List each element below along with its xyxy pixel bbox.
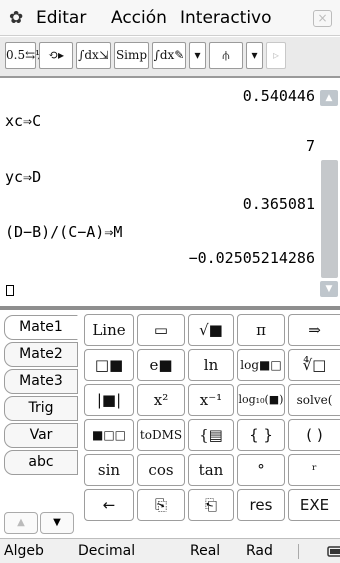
work-area[interactable]: 0.540446 xc⇒C 7 yc⇒D 0.365081 (D−B)/(C−A… — [0, 80, 318, 306]
tab-var[interactable]: Var — [4, 423, 78, 448]
tab-abc[interactable]: abc — [4, 450, 78, 475]
dropdown-arrow-1[interactable]: ▾ — [189, 42, 206, 69]
key-parentheses[interactable]: ( ) — [288, 419, 340, 451]
key-tan[interactable]: tan — [188, 454, 234, 486]
key-exe[interactable]: EXE — [288, 489, 340, 521]
key-inverse[interactable]: x⁻¹ — [188, 384, 234, 416]
key-abs[interactable]: |■| — [84, 384, 134, 416]
key-todms[interactable]: toDMS — [137, 419, 185, 451]
key-exp[interactable]: e■ — [137, 349, 185, 381]
key-log-base[interactable]: log■□ — [237, 349, 285, 381]
key-copy[interactable]: ⎘ — [137, 489, 185, 521]
key-template[interactable]: ▭ — [137, 314, 185, 346]
tab-trig[interactable]: Trig — [4, 396, 78, 421]
key-paste[interactable]: ⎗ — [188, 489, 234, 521]
key-braces[interactable]: { } — [237, 419, 285, 451]
scrollbar-thumb[interactable] — [321, 160, 338, 278]
menu-interactivo[interactable]: Interactivo — [180, 8, 272, 28]
result-line: 0.540446 — [242, 87, 315, 105]
scroll-down-arrow[interactable]: ▼ — [320, 281, 338, 297]
close-icon[interactable]: × — [313, 10, 332, 27]
toolbar: 0.5⇆½ ⟲▸ ∫dx⇲ Simp ∫dx✎ ▾ ⫛ ▾ ▹ — [0, 37, 340, 78]
key-res[interactable]: res — [237, 489, 285, 521]
key-nth-root[interactable]: ∜□ — [288, 349, 340, 381]
simplify-button[interactable]: Simp — [114, 42, 149, 69]
tab-mate2[interactable]: Mate2 — [4, 342, 78, 367]
key-radian[interactable]: ʳ — [288, 454, 340, 486]
toggle-decimal-fraction-button[interactable]: 0.5⇆½ — [5, 42, 47, 69]
tab-mate1[interactable]: Mate1 — [4, 315, 78, 340]
key-backspace[interactable]: ← — [84, 489, 134, 521]
status-complex-mode[interactable]: Real — [190, 543, 220, 560]
gear-icon[interactable]: ✿ — [9, 9, 27, 27]
key-piecewise[interactable]: {▤ — [188, 419, 234, 451]
dropdown-arrow-2[interactable]: ▾ — [246, 42, 263, 69]
scroll-up-arrow[interactable]: ▲ — [320, 90, 338, 106]
key-matrix[interactable]: ■□□ — [84, 419, 134, 451]
status-number-format[interactable]: Decimal — [78, 543, 135, 560]
key-sqrt[interactable]: √■ — [188, 314, 234, 346]
tab-scroll-up-button[interactable]: ▲ — [4, 512, 38, 534]
result-line: 0.365081 — [242, 195, 315, 213]
key-store[interactable]: ⇒ — [288, 314, 340, 346]
scroll-right-button[interactable]: ▹ — [266, 42, 286, 69]
tab-scroll-down-button[interactable]: ▼ — [40, 512, 74, 534]
tab-mate3[interactable]: Mate3 — [4, 369, 78, 394]
key-pi[interactable]: π — [237, 314, 285, 346]
key-line[interactable]: Line — [84, 314, 134, 346]
result-line: −0.02505214286 — [188, 249, 315, 267]
integral-edit-button[interactable]: ∫dx✎ — [152, 42, 186, 69]
status-mode[interactable]: Algeb — [4, 543, 44, 560]
result-line: 7 — [305, 137, 315, 155]
key-ln[interactable]: ln — [188, 349, 234, 381]
status-bar: Algeb Decimal Real Rad — [0, 538, 340, 563]
status-angle-unit[interactable]: Rad — [246, 543, 273, 560]
key-square[interactable]: x² — [137, 384, 185, 416]
status-separator — [298, 544, 299, 559]
input-cursor[interactable] — [6, 285, 14, 296]
key-sin[interactable]: sin — [84, 454, 134, 486]
menu-editar[interactable]: Editar — [36, 8, 86, 28]
key-power[interactable]: □■ — [84, 349, 134, 381]
menu-bar: ✿ Editar Acción Interactivo × — [0, 0, 340, 36]
graph-icon-button[interactable]: ⫛ — [209, 42, 243, 69]
battery-icon — [322, 542, 340, 560]
input-line: xc⇒C — [5, 112, 42, 130]
soft-keyboard: Mate1 Mate2 Mate3 Trig Var abc Line ▭ √■… — [0, 310, 340, 536]
key-solve[interactable]: solve( — [288, 384, 340, 416]
integral-button[interactable]: ∫dx⇲ — [76, 42, 111, 69]
work-scrollbar[interactable]: ▲ ▼ — [318, 80, 340, 306]
key-log10[interactable]: log₁₀(■) — [237, 384, 285, 416]
input-line: (D−B)/(C−A)⇒M — [5, 223, 123, 241]
key-cos[interactable]: cos — [137, 454, 185, 486]
input-line: yc⇒D — [5, 168, 42, 186]
menu-accion[interactable]: Acción — [111, 8, 167, 28]
key-degree[interactable]: ° — [237, 454, 285, 486]
hand-tool-button[interactable]: ⟲▸ — [39, 42, 73, 69]
